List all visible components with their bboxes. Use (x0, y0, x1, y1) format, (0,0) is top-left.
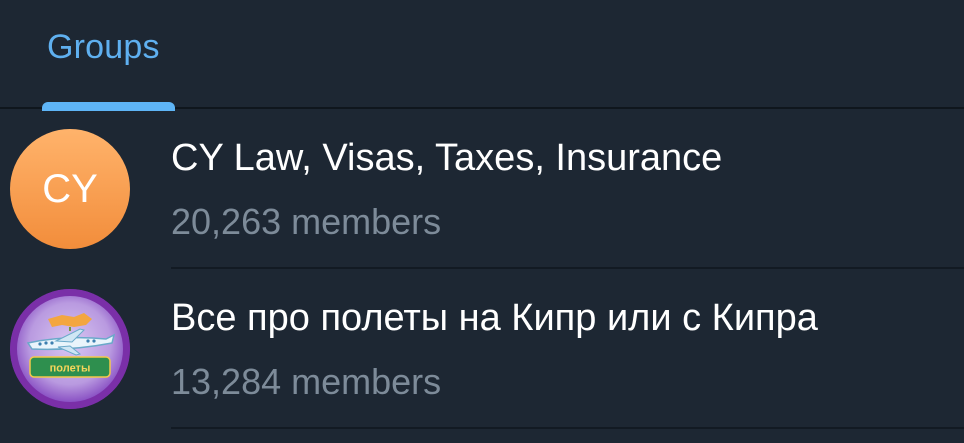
list-item[interactable]: CY CY Law, Visas, Taxes, Insurance 20,26… (0, 109, 964, 269)
avatar: полеты (10, 289, 130, 409)
svg-text:полеты: полеты (50, 363, 91, 375)
group-name: CY Law, Visas, Taxes, Insurance (171, 137, 723, 179)
airplane-icon: полеты (10, 289, 130, 409)
tab-groups-label: Groups (47, 28, 160, 66)
divider (171, 427, 964, 429)
member-count: 20,263 members (171, 201, 442, 242)
list-item[interactable]: полеты Все про полеты на Кипр или с Кипр… (0, 269, 964, 429)
member-count: 13,284 members (171, 361, 442, 402)
avatar: CY (10, 129, 130, 249)
app-window: Groups CY CY Law, Visas, Taxes, Insuranc… (0, 0, 964, 443)
tab-bar: Groups (0, 0, 964, 111)
avatar-initials: CY (42, 166, 98, 211)
group-list: CY CY Law, Visas, Taxes, Insurance 20,26… (0, 109, 964, 429)
group-name: Все про полеты на Кипр или с Кипра (171, 297, 818, 339)
tab-groups[interactable]: Groups (42, 0, 175, 111)
